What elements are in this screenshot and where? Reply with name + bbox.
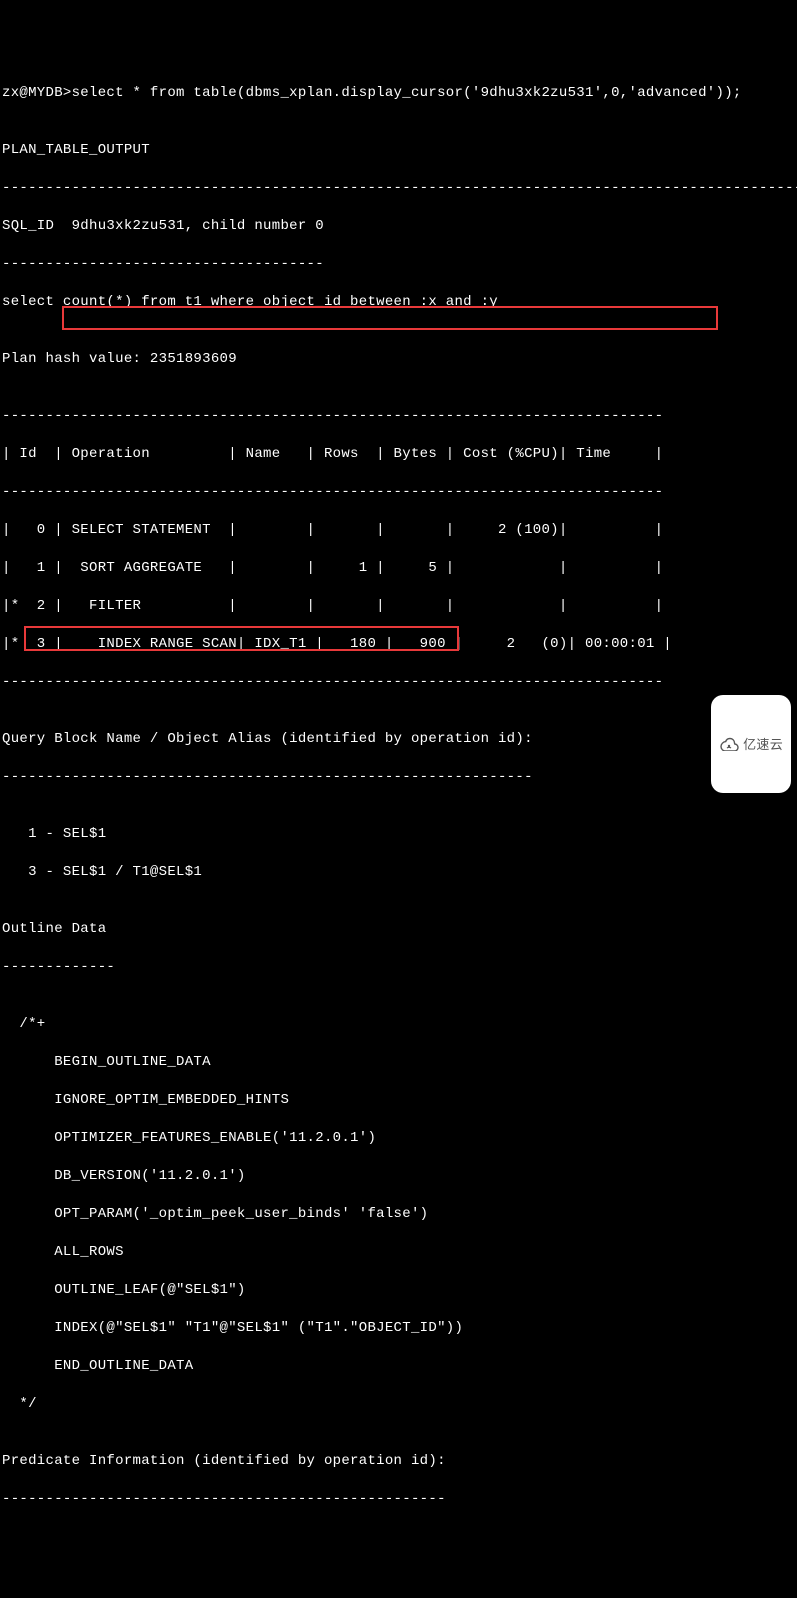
sql-prompt-line: zx@MYDB>select * from table(dbms_xplan.d… <box>2 84 795 103</box>
plan-table-output-header: PLAN_TABLE_OUTPUT <box>2 141 795 160</box>
plan-row-0: | 0 | SELECT STATEMENT | | | | 2 (100)| … <box>2 521 795 540</box>
table-header-row: | Id | Operation | Name | Rows | Bytes |… <box>2 445 795 464</box>
separator-line: ----------------------------------------… <box>2 768 795 787</box>
query-block-item-1: 1 - SEL$1 <box>2 825 795 844</box>
sql-query-line: select count(*) from t1 where object_id … <box>2 293 795 312</box>
plan-row-2: |* 2 | FILTER | | | | | | <box>2 597 795 616</box>
outline-optimizer-features: OPTIMIZER_FEATURES_ENABLE('11.2.0.1') <box>2 1129 795 1148</box>
predicate-info-header: Predicate Information (identified by ope… <box>2 1452 795 1471</box>
outline-opt-param: OPT_PARAM('_optim_peek_user_binds' 'fals… <box>2 1205 795 1224</box>
separator-line: ----------------------------------------… <box>2 179 795 198</box>
outline-ignore-hints: IGNORE_OPTIM_EMBEDDED_HINTS <box>2 1091 795 1110</box>
outline-leaf: OUTLINE_LEAF(@"SEL$1") <box>2 1281 795 1300</box>
outline-begin: BEGIN_OUTLINE_DATA <box>2 1053 795 1072</box>
separator-line: ------------- <box>2 958 795 977</box>
table-border: ----------------------------------------… <box>2 407 795 426</box>
plan-row-3: |* 3 | INDEX RANGE SCAN| IDX_T1 | 180 | … <box>2 635 795 654</box>
table-border: ----------------------------------------… <box>2 673 795 692</box>
query-block-header: Query Block Name / Object Alias (identif… <box>2 730 795 749</box>
outline-end: END_OUTLINE_DATA <box>2 1357 795 1376</box>
table-border: ----------------------------------------… <box>2 483 795 502</box>
separator-line: ----------------------------------------… <box>2 1490 795 1509</box>
outline-all-rows: ALL_ROWS <box>2 1243 795 1262</box>
outline-hint-close: */ <box>2 1395 795 1414</box>
outline-index: INDEX(@"SEL$1" "T1"@"SEL$1" ("T1"."OBJEC… <box>2 1319 795 1338</box>
outline-db-version: DB_VERSION('11.2.0.1') <box>2 1167 795 1186</box>
outline-data-header: Outline Data <box>2 920 795 939</box>
separator-line: ------------------------------------- <box>2 255 795 274</box>
watermark-badge: 亿速云 <box>711 695 791 793</box>
sql-id-line: SQL_ID 9dhu3xk2zu531, child number 0 <box>2 217 795 236</box>
outline-hint-open: /*+ <box>2 1015 795 1034</box>
plan-row-1: | 1 | SORT AGGREGATE | | 1 | 5 | | | <box>2 559 795 578</box>
query-block-item-3: 3 - SEL$1 / T1@SEL$1 <box>2 863 795 882</box>
watermark-text: 亿速云 <box>743 735 783 754</box>
cloud-icon <box>719 699 739 789</box>
plan-hash-line: Plan hash value: 2351893609 <box>2 350 795 369</box>
